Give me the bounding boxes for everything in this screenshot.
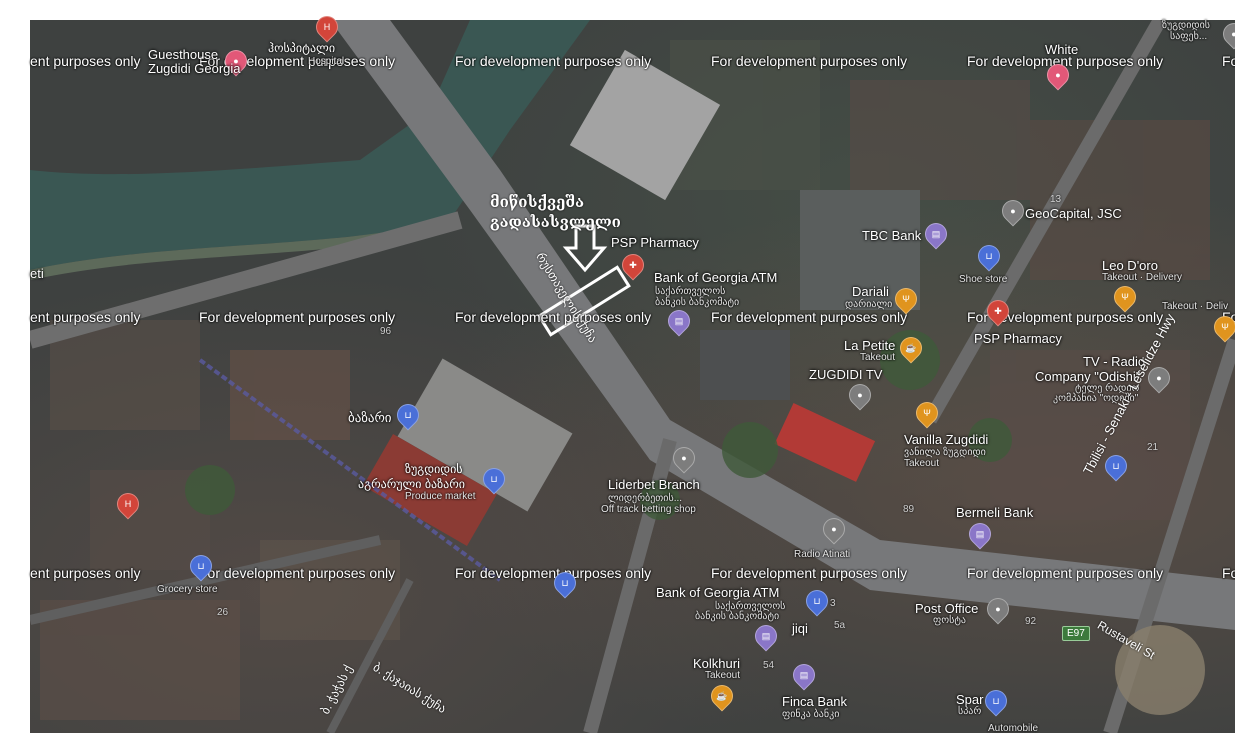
- poi-psp-pharmacy-2[interactable]: PSP Pharmacy: [974, 331, 1062, 346]
- building-number: 89: [903, 504, 915, 515]
- poi-boa-sub2: ბანკის ბანკომატი: [655, 297, 740, 308]
- poi-liderbet-sub2: Off track betting shop: [601, 504, 696, 515]
- poi-takeout-deliv[interactable]: Takeout · Deliv: [1162, 301, 1228, 312]
- poi-kolkhuri-sub: Takeout: [705, 670, 741, 681]
- watermark: For development purposes only: [199, 309, 396, 325]
- watermark: For development purposes only: [711, 565, 908, 581]
- poi-zugdidi-tv[interactable]: ZUGDIDI TV: [809, 367, 882, 382]
- route-shield-e97: E97: [1062, 626, 1090, 641]
- poi-hospital-line1: ჰოსპიტალი: [268, 41, 336, 55]
- building-number: 3: [830, 598, 836, 609]
- poi-liderbet-sub1: ლიდერბეთის...: [608, 493, 683, 504]
- poi-vanilla-sub2: Takeout: [904, 458, 940, 469]
- watermark-tail: Fo: [1222, 565, 1235, 581]
- building-number: 54: [763, 660, 775, 671]
- poi-vanilla-zugdidi[interactable]: Vanilla Zugdidi: [904, 432, 988, 447]
- poi-white[interactable]: White: [1045, 42, 1078, 57]
- poi-psp-pharmacy[interactable]: PSP Pharmacy: [611, 235, 699, 250]
- poi-finca-bank-sub: ფინკა ბანკი: [782, 709, 840, 720]
- watermark: For development purposes only: [711, 53, 908, 69]
- poi-agrarian-sub: Produce market: [405, 491, 476, 502]
- poi-boa-sub1: საქართველოს: [655, 286, 726, 297]
- poi-radio-atinati[interactable]: Radio Atinati: [794, 549, 850, 560]
- poi-boa2-sub2: ბანკის ბანკომატი: [695, 611, 780, 622]
- watermark: For development purposes only: [455, 53, 652, 69]
- poi-hospital[interactable]: ჰოსპიტალი Hospital: [268, 41, 344, 69]
- building-number: 96: [380, 326, 392, 337]
- poi-bank-of-georgia-atm-2[interactable]: Bank of Georgia ATM: [656, 585, 779, 600]
- watermark-tail: Fo: [1222, 53, 1235, 69]
- poi-agrarian-line1[interactable]: ზუგდიდის: [405, 462, 463, 476]
- poi-corner-line2: საფეხ...: [1170, 31, 1208, 42]
- annotation-text: მიწისქვეშა გადასასვლელი: [490, 192, 621, 232]
- poi-leo-doro[interactable]: Leo D'oro: [1102, 258, 1158, 273]
- watermark: For development purposes only: [455, 565, 652, 581]
- poi-guesthouse[interactable]: Guesthouse Zugdidi Georgia: [148, 48, 241, 76]
- poi-odishi-line2: Company "Odishi": [1035, 369, 1141, 384]
- poi-liderbet[interactable]: Liderbet Branch: [608, 477, 700, 492]
- watermark: For development purposes only: [711, 309, 908, 325]
- poi-spar[interactable]: Spar: [956, 692, 983, 707]
- poi-geocapital[interactable]: GeoCapital, JSC: [1025, 206, 1122, 221]
- poi-automobile[interactable]: Automobile: [988, 723, 1038, 734]
- building-number: 13: [1050, 194, 1062, 205]
- poi-bazari[interactable]: ბაზარი: [348, 410, 392, 426]
- annotation-arrow: [562, 224, 608, 273]
- poi-corner-line1[interactable]: ზუგდიდის: [1162, 20, 1210, 31]
- poi-agrarian-line2: აგრარული ბაზარი: [358, 477, 466, 491]
- poi-la-petite[interactable]: La Petite: [844, 338, 895, 353]
- watermark-partial: ent purposes only: [30, 53, 141, 69]
- building-number: 21: [1147, 442, 1159, 453]
- poi-kolkhuri[interactable]: Kolkhuri: [693, 656, 740, 671]
- poi-la-petite-sub: Takeout: [860, 352, 896, 363]
- annotation-line-2: გადასასვლელი: [490, 213, 621, 231]
- poi-guesthouse-line2: Zugdidi Georgia: [148, 61, 241, 76]
- poi-post-office-sub: ფოსტა: [933, 615, 966, 626]
- building-number: 26: [217, 607, 229, 618]
- poi-dariali-sub: დარიალი: [845, 299, 893, 310]
- watermark-partial: ent purposes only: [30, 565, 141, 581]
- poi-tbc-bank[interactable]: TBC Bank: [862, 228, 921, 243]
- watermark: For development purposes only: [455, 309, 652, 325]
- poi-bermeli-bank[interactable]: Bermeli Bank: [956, 505, 1033, 520]
- poi-finca-bank[interactable]: Finca Bank: [782, 694, 847, 709]
- building-number: 5a: [834, 620, 846, 631]
- watermark-partial: ent purposes only: [30, 309, 141, 325]
- poi-dariali[interactable]: Dariali: [852, 284, 889, 299]
- poi-vanilla-sub1: ვანილა ზუგდიდი: [904, 447, 986, 458]
- poi-leo-doro-sub: Takeout · Delivery: [1102, 272, 1183, 283]
- watermark: For development purposes only: [967, 565, 1164, 581]
- building-number: 92: [1025, 616, 1037, 627]
- poi-spar-sub: სპარ: [958, 706, 982, 717]
- poi-grocery-store[interactable]: Grocery store: [157, 584, 218, 595]
- poi-post-office[interactable]: Post Office: [915, 601, 978, 616]
- poi-bank-of-georgia-atm[interactable]: Bank of Georgia ATM: [654, 270, 777, 285]
- poi-shoe-store[interactable]: Shoe store: [959, 274, 1007, 285]
- poi-eti[interactable]: eti: [30, 266, 44, 281]
- poi-guesthouse-line1: Guesthouse: [148, 47, 219, 62]
- poi-jiqi[interactable]: jiqi: [792, 621, 808, 636]
- annotation-line-1: მიწისქვეშა: [490, 193, 585, 211]
- watermark: For development purposes only: [199, 565, 396, 581]
- poi-hospital-line2: Hospital: [308, 56, 345, 67]
